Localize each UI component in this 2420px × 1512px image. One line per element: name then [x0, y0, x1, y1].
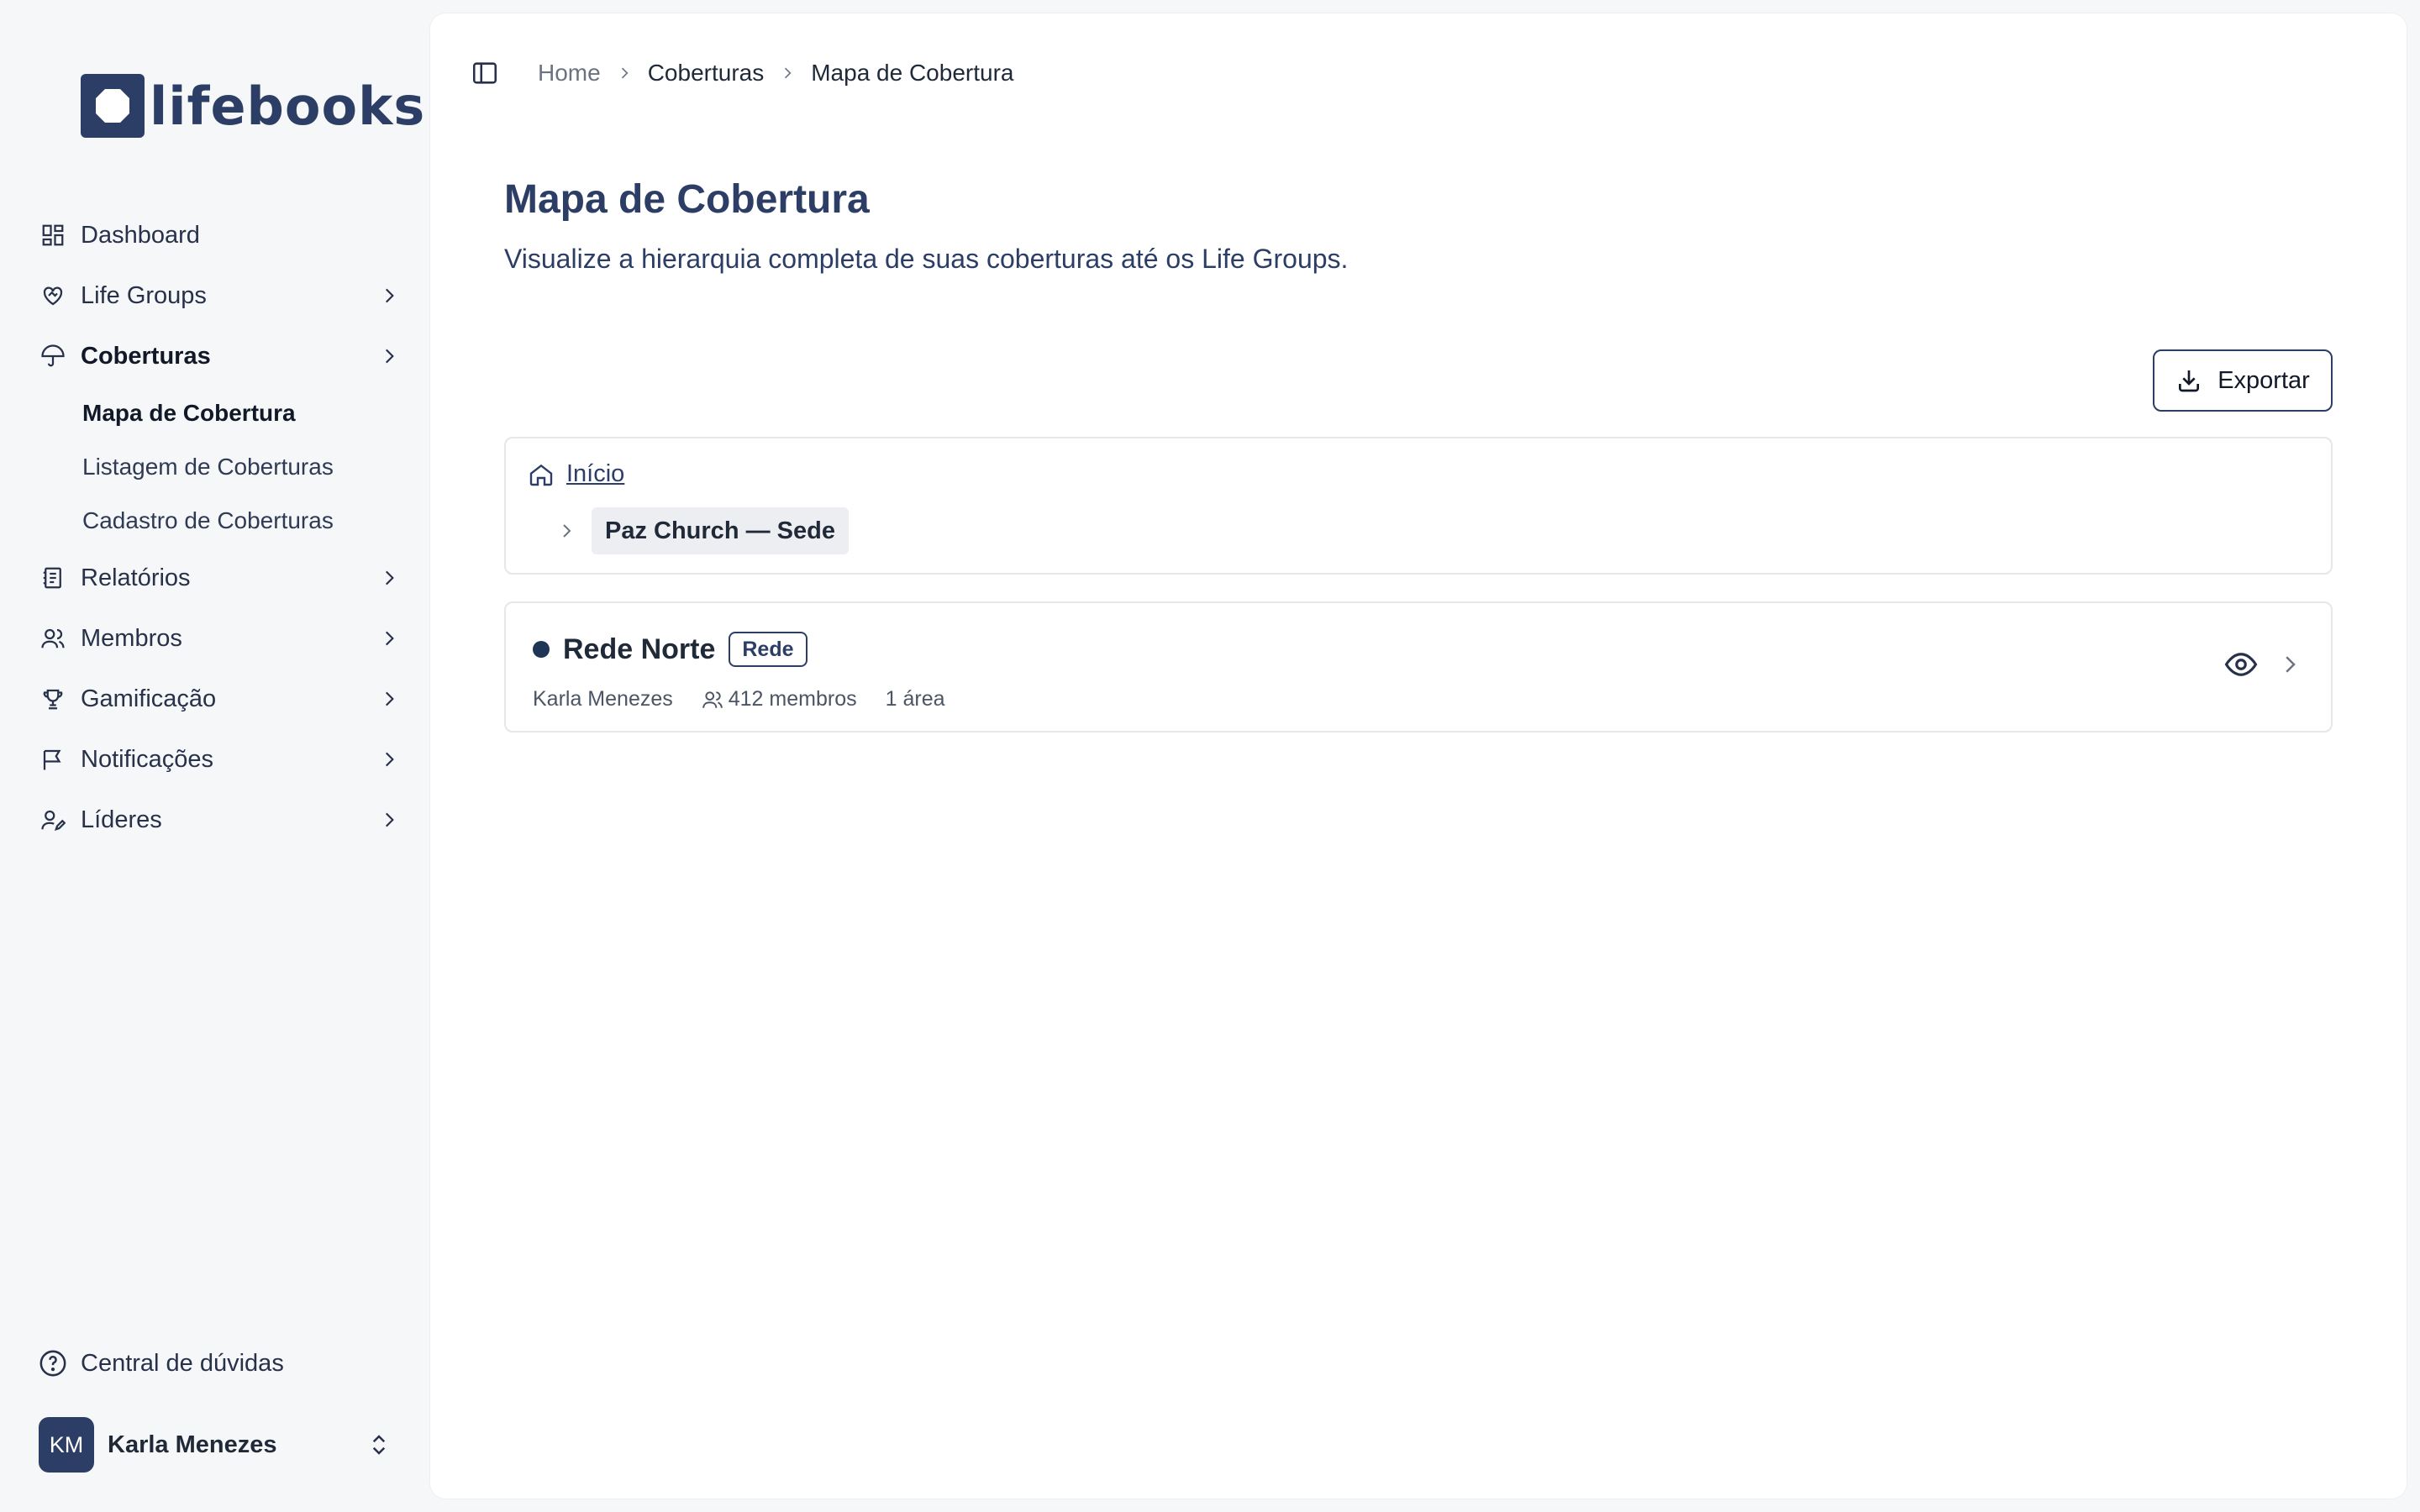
coverage-tree: Início Paz Church — Sede: [504, 437, 2333, 575]
network-header: Rede Norte Rede: [533, 632, 808, 667]
chevron-right-icon[interactable]: [556, 521, 576, 541]
network-name: Rede Norte: [563, 633, 716, 665]
page-title: Mapa de Cobertura: [504, 177, 870, 222]
tree-root-link[interactable]: Início: [566, 460, 624, 488]
sidebar-nav: Dashboard Life Groups Coberturas Mapa de…: [39, 205, 400, 850]
chevron-right-icon: [385, 631, 394, 646]
sidebar-item-label: Notificações: [81, 745, 213, 773]
network-members: 412 membros: [702, 687, 857, 711]
network-actions: [2223, 647, 2302, 682]
sidebar-toggle-icon[interactable]: [471, 59, 499, 87]
sidebar-item-gamificacao[interactable]: Gamificação: [39, 669, 400, 729]
sidebar-item-coberturas[interactable]: Coberturas: [39, 326, 400, 386]
home-icon: [529, 464, 553, 486]
sidebar-subitem-listagem-de-coberturas[interactable]: Listagem de Coberturas: [39, 440, 400, 494]
dashboard-icon: [39, 221, 67, 249]
network-leader: Karla Menezes: [533, 687, 673, 711]
sidebar-item-membros[interactable]: Membros: [39, 608, 400, 669]
chevron-right-icon: [385, 752, 394, 767]
export-label: Exportar: [2217, 366, 2310, 394]
network-areas: 1 área: [885, 687, 945, 711]
sidebar-item-label: Relatórios: [81, 564, 191, 591]
chevron-right-icon: [385, 288, 394, 303]
chevron-right-icon: [385, 570, 394, 585]
report-icon: [39, 564, 67, 592]
sidebar-item-label: Coberturas: [81, 342, 211, 370]
breadcrumb-coberturas[interactable]: Coberturas: [648, 60, 765, 87]
chevron-right-icon[interactable]: [2277, 652, 2302, 677]
tree-node-label[interactable]: Paz Church — Sede: [592, 507, 849, 554]
sidebar-item-label: Membros: [81, 624, 182, 652]
chevron-right-icon: [385, 812, 394, 827]
user-name: Karla Menezes: [108, 1431, 277, 1458]
help-center-label: Central de dúvidas: [81, 1349, 284, 1377]
eye-icon[interactable]: [2223, 647, 2259, 682]
sidebar-item-label: Life Groups: [81, 281, 207, 309]
sidebar-item-label: Dashboard: [81, 221, 200, 249]
sidebar-item-label: Líderes: [81, 806, 162, 833]
sidebar-item-dashboard[interactable]: Dashboard: [39, 205, 400, 265]
avatar: KM: [39, 1417, 94, 1473]
brand-logo[interactable]: lifebooks: [81, 74, 425, 138]
logo-mark-icon: [81, 74, 145, 138]
heart-handshake-icon: [39, 281, 67, 310]
download-icon: [2179, 370, 2200, 392]
page-subtitle: Visualize a hierarquia completa de suas …: [504, 244, 1349, 274]
breadcrumb-current: Mapa de Cobertura: [811, 60, 1014, 86]
network-members-count: 412 membros: [728, 687, 857, 711]
chevron-right-icon: [385, 691, 394, 706]
sidebar-subitem-cadastro-de-coberturas[interactable]: Cadastro de Coberturas: [39, 494, 400, 548]
network-card[interactable]: Rede Norte Rede Karla Menezes 412 membro…: [504, 601, 2333, 732]
network-meta: Karla Menezes 412 membros 1 área: [533, 687, 974, 711]
tree-node[interactable]: Paz Church — Sede: [556, 507, 849, 554]
breadcrumb-home[interactable]: Home: [538, 60, 601, 87]
trophy-icon: [39, 685, 67, 713]
sidebar-item-life-groups[interactable]: Life Groups: [39, 265, 400, 326]
users-icon: [39, 624, 67, 653]
user-menu[interactable]: KM Karla Menezes: [39, 1416, 392, 1473]
tree-root[interactable]: Início: [528, 460, 624, 488]
umbrella-icon: [39, 342, 67, 370]
network-type-badge: Rede: [729, 632, 808, 667]
help-center-link[interactable]: Central de dúvidas: [39, 1334, 284, 1393]
users-icon: [702, 690, 723, 708]
user-pen-icon: [39, 806, 67, 834]
chevron-right-icon: [621, 67, 629, 79]
breadcrumb: Home Coberturas Mapa de Cobertura: [538, 60, 1013, 87]
brand-name: lifebooks: [150, 75, 426, 137]
flag-message-icon: [39, 745, 67, 774]
chevron-right-icon: [385, 349, 394, 364]
sidebar-item-notificacoes[interactable]: Notificações: [39, 729, 400, 790]
sidebar-item-label: Gamificação: [81, 685, 217, 712]
help-circle-icon: [39, 1350, 66, 1377]
chevron-right-icon: [785, 67, 792, 79]
main-content: Home Coberturas Mapa de Cobertura Mapa d…: [430, 13, 2407, 1499]
export-button[interactable]: Exportar: [2153, 349, 2333, 412]
chevron-up-down-icon: [372, 1435, 386, 1455]
sidebar-item-lideres[interactable]: Líderes: [39, 790, 400, 850]
sidebar-subitem-mapa-de-cobertura[interactable]: Mapa de Cobertura: [39, 386, 400, 440]
topbar: Home Coberturas Mapa de Cobertura: [471, 52, 1013, 94]
sidebar: lifebooks Dashboard Life Groups Cobertur…: [0, 0, 430, 1512]
sidebar-item-relatorios[interactable]: Relatórios: [39, 548, 400, 608]
status-dot: [533, 641, 550, 658]
